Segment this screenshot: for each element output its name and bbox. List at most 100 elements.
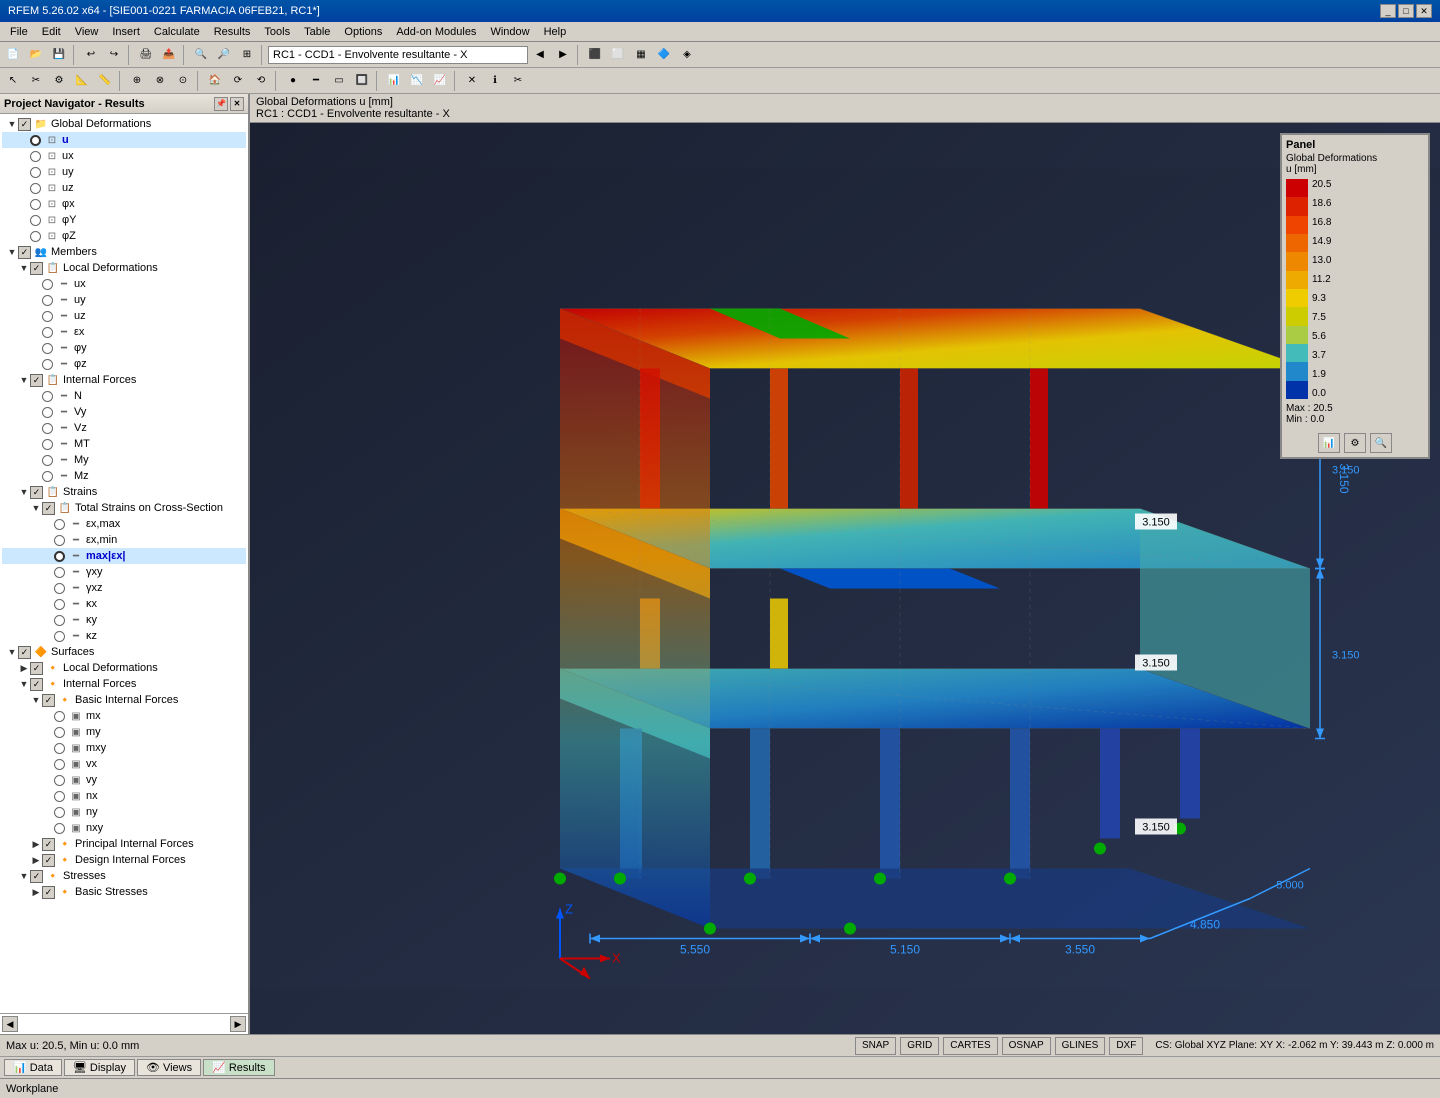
radio-phiy[interactable] (30, 215, 41, 226)
check-strains[interactable]: ✓ (30, 486, 43, 499)
tb2-info[interactable]: ℹ (484, 70, 506, 92)
radio-My[interactable] (42, 455, 53, 466)
toolbar-open[interactable]: 📂 (25, 44, 47, 66)
check-basic-internal-forces[interactable]: ✓ (42, 694, 55, 707)
tb-render3[interactable]: ▦ (630, 44, 652, 66)
tb2-results1[interactable]: 📊 (383, 70, 405, 92)
tree-basic-internal-forces[interactable]: ▼ ✓ 🔸 Basic Internal Forces (2, 692, 246, 708)
radio-vx[interactable] (54, 759, 65, 770)
check-members[interactable]: ✓ (18, 246, 31, 259)
tree-Vy[interactable]: ━ Vy (2, 404, 246, 420)
check-surf-local-def[interactable]: ✓ (30, 662, 43, 675)
tree-basic-stresses[interactable]: ▶ ✓ 🔸 Basic Stresses (2, 884, 246, 900)
tree-ex-min[interactable]: ━ εx,min (2, 532, 246, 548)
expand-surf-internal-forces[interactable]: ▼ (18, 678, 30, 690)
radio-mxy[interactable] (54, 743, 65, 754)
radio-mx[interactable] (54, 711, 65, 722)
tree-total-strains[interactable]: ▼ ✓ 📋 Total Strains on Cross-Section (2, 500, 246, 516)
menu-item-addons[interactable]: Add-on Modules (390, 24, 482, 40)
glines-btn[interactable]: GLINES (1055, 1037, 1106, 1055)
radio-yxy[interactable] (54, 567, 65, 578)
tb2-11[interactable]: ⟲ (250, 70, 272, 92)
tree-ex-max[interactable]: ━ εx,max (2, 516, 246, 532)
tb2-10[interactable]: ⟳ (227, 70, 249, 92)
prev-loadcase[interactable]: ◀ (529, 44, 551, 66)
check-principal-internal-forces[interactable]: ✓ (42, 838, 55, 851)
snap-btn[interactable]: SNAP (855, 1037, 896, 1055)
toolbar-zoom-in[interactable]: 🔍 (190, 44, 212, 66)
tree-ky[interactable]: ━ κy (2, 612, 246, 628)
tree-kz[interactable]: ━ κz (2, 628, 246, 644)
tb2-x[interactable]: ✕ (461, 70, 483, 92)
radio-m-ux[interactable] (42, 279, 53, 290)
tree-surf-local-def[interactable]: ▶ ✓ 🔸 Local Deformations (2, 660, 246, 676)
radio-kz[interactable] (54, 631, 65, 642)
tree-mx[interactable]: ▣ mx (2, 708, 246, 724)
tab-views[interactable]: 👁 Views (137, 1059, 201, 1076)
next-loadcase[interactable]: ▶ (552, 44, 574, 66)
toolbar-redo[interactable]: ↪ (103, 44, 125, 66)
radio-uy[interactable] (30, 167, 41, 178)
tb2-2[interactable]: ✂ (25, 70, 47, 92)
menu-item-calculate[interactable]: Calculate (148, 24, 206, 40)
tree-phix[interactable]: ⊡ φx (2, 196, 246, 212)
radio-kx[interactable] (54, 599, 65, 610)
tb2-results2[interactable]: 📉 (406, 70, 428, 92)
tree-ny[interactable]: ▣ ny (2, 804, 246, 820)
tree-vx[interactable]: ▣ vx (2, 756, 246, 772)
minimize-btn[interactable]: _ (1380, 4, 1396, 18)
tb2-6[interactable]: ⊕ (126, 70, 148, 92)
check-surf-internal-forces[interactable]: ✓ (30, 678, 43, 691)
tree-m-uy[interactable]: ━ uy (2, 292, 246, 308)
tree-m-uz[interactable]: ━ uz (2, 308, 246, 324)
radio-ky[interactable] (54, 615, 65, 626)
tb2-5[interactable]: 📏 (94, 70, 116, 92)
expand-total-strains[interactable]: ▼ (30, 502, 42, 514)
tree-u[interactable]: ⊡ u (2, 132, 246, 148)
tb2-1[interactable]: ↖ (2, 70, 24, 92)
check-internal-forces-m[interactable]: ✓ (30, 374, 43, 387)
legend-btn-settings[interactable]: ⚙ (1344, 433, 1366, 453)
radio-m-ex[interactable] (42, 327, 53, 338)
osnap-btn[interactable]: OSNAP (1002, 1037, 1051, 1055)
dxf-btn[interactable]: DXF (1109, 1037, 1143, 1055)
tree-My[interactable]: ━ My (2, 452, 246, 468)
tb2-3[interactable]: ⚙ (48, 70, 70, 92)
cartes-btn[interactable]: CARTES (943, 1037, 997, 1055)
expand-design-internal-forces[interactable]: ▶ (30, 854, 42, 866)
toolbar-undo[interactable]: ↩ (80, 44, 102, 66)
tree-phiy[interactable]: ⊡ φY (2, 212, 246, 228)
check-design-internal-forces[interactable]: ✓ (42, 854, 55, 867)
toolbar-print[interactable]: 🖨 (135, 44, 157, 66)
radio-MT[interactable] (42, 439, 53, 450)
tb2-7[interactable]: ⊗ (149, 70, 171, 92)
expand-surfaces[interactable]: ▼ (6, 646, 18, 658)
menu-item-table[interactable]: Table (298, 24, 336, 40)
nav-left-arrow[interactable]: ◀ (2, 1016, 18, 1032)
tree-mxy[interactable]: ▣ mxy (2, 740, 246, 756)
menu-item-edit[interactable]: Edit (36, 24, 67, 40)
tree-Vz[interactable]: ━ Vz (2, 420, 246, 436)
radio-Vz[interactable] (42, 423, 53, 434)
legend-footer[interactable]: 📊 ⚙ 🔍 (1286, 433, 1424, 453)
tree-max-ex[interactable]: ━ max|εx| (2, 548, 246, 564)
tree-container[interactable]: ▼ ✓ 📁 Global Deformations ⊡ u ⊡ ux (0, 114, 248, 1013)
radio-ny[interactable] (54, 807, 65, 818)
tb2-solid[interactable]: 🔲 (351, 70, 373, 92)
nav-right-arrow[interactable]: ▶ (230, 1016, 246, 1032)
menu-item-results[interactable]: Results (208, 24, 257, 40)
tree-members[interactable]: ▼ ✓ 👥 Members (2, 244, 246, 260)
check-global-deformations[interactable]: ✓ (18, 118, 31, 131)
expand-strains[interactable]: ▼ (18, 486, 30, 498)
navigator-header-btns[interactable]: 📌 ✕ (214, 97, 244, 111)
tree-surfaces[interactable]: ▼ ✓ 🔶 Surfaces (2, 644, 246, 660)
radio-my[interactable] (54, 727, 65, 738)
tab-results[interactable]: 📈 Results (203, 1059, 274, 1076)
tree-uy[interactable]: ⊡ uy (2, 164, 246, 180)
tb-render2[interactable]: ⬜ (607, 44, 629, 66)
tree-strains[interactable]: ▼ ✓ 📋 Strains (2, 484, 246, 500)
tb2-8[interactable]: ⊙ (172, 70, 194, 92)
check-total-strains[interactable]: ✓ (42, 502, 55, 515)
radio-phiz[interactable] (30, 231, 41, 242)
toolbar-export[interactable]: 📤 (158, 44, 180, 66)
